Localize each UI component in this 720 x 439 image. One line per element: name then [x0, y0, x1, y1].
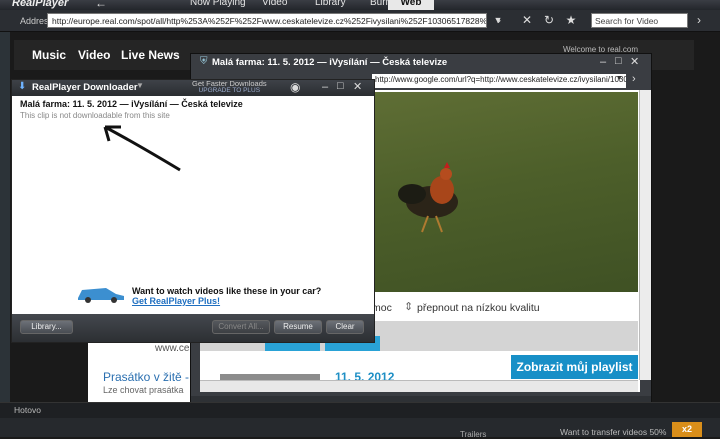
desktop-edge: [0, 32, 10, 402]
clip-title: Malá farma: 11. 5. 2012 — iVysílání — Če…: [20, 99, 243, 109]
video-window-title: Malá farma: 11. 5. 2012 — iVysílání — Če…: [212, 57, 448, 68]
tab-now-playing[interactable]: Now Playing: [190, 0, 246, 8]
get-faster-downloads-link[interactable]: Get Faster Downloads UPGRADE TO PLUS: [192, 80, 267, 94]
car-promo-question: Want to watch videos like these in your …: [132, 286, 322, 296]
tab-web[interactable]: Web: [388, 0, 434, 10]
upgrade-label: UPGRADE TO PLUS: [198, 87, 261, 94]
nav-video[interactable]: Video: [78, 48, 110, 62]
close-icon[interactable]: ✕: [630, 55, 639, 68]
show-playlist-button[interactable]: Zobrazit můj playlist: [511, 355, 638, 379]
download-icon: ⬇: [18, 81, 27, 92]
go-icon[interactable]: ›: [490, 12, 508, 29]
shield-icon: ⛨: [200, 56, 208, 67]
faster-label: Get Faster Downloads: [192, 79, 267, 88]
stop-icon[interactable]: ✕: [518, 12, 536, 29]
car-icon: [78, 288, 124, 303]
realplayer-logo: RealPlayer: [12, 0, 69, 9]
address-input[interactable]: http://europe.real.com/spot/all/http%253…: [47, 13, 487, 28]
switch-quality-link[interactable]: přepnout na nízkou kvalitu: [417, 302, 540, 314]
minimize-icon[interactable]: –: [600, 56, 606, 68]
vertical-scrollbar[interactable]: [639, 90, 651, 380]
horizontal-scrollbar[interactable]: [200, 380, 638, 392]
status-bar: [0, 402, 720, 418]
search-input[interactable]: Search for Video: [591, 13, 688, 28]
clear-button[interactable]: Clear: [326, 320, 364, 334]
downloader-title: RealPlayer Downloader: [32, 82, 138, 93]
favorite-star-icon[interactable]: ★: [562, 12, 580, 29]
chevron-down-icon[interactable]: ▼: [136, 81, 144, 90]
video-window-address-input[interactable]: http://www.google.com/url?q=http://www.c…: [372, 74, 626, 88]
downloader-close-icon[interactable]: ✕: [353, 80, 362, 93]
search-go-icon[interactable]: ›: [690, 12, 708, 29]
hand-drawn-arrow-icon: [103, 125, 181, 172]
video-address-dropdown-icon[interactable]: ▼: [616, 75, 623, 82]
background-snippet: Lze chovat prasátka: [103, 385, 184, 395]
resume-button[interactable]: Resume: [274, 320, 322, 334]
back-icon[interactable]: ←: [95, 0, 107, 10]
tab-library[interactable]: Library: [315, 0, 346, 8]
trailers-link[interactable]: Trailers: [460, 430, 486, 439]
refresh-icon[interactable]: ↻: [540, 12, 558, 29]
video-go-icon[interactable]: ›: [632, 73, 636, 85]
maximize-icon[interactable]: □: [615, 55, 622, 67]
nav-live-news[interactable]: Live News: [121, 48, 180, 62]
video-controls: moc ⇕ přepnout na nízkou kvalitu: [372, 296, 638, 318]
eye-icon[interactable]: ◉: [290, 80, 300, 94]
rooster-image: [398, 162, 458, 233]
speed-badge: x2: [672, 422, 702, 437]
quality-arrows-icon[interactable]: ⇕: [404, 300, 413, 313]
library-button[interactable]: Library...: [20, 320, 73, 334]
downloader-minimize-icon[interactable]: –: [322, 81, 328, 93]
nav-music[interactable]: Music: [32, 48, 66, 62]
downloader-maximize-icon[interactable]: □: [337, 80, 344, 92]
transfer-promo: Want to transfer videos 50%: [560, 427, 667, 437]
status-text: Hotovo: [14, 405, 41, 415]
get-realplayer-plus-link[interactable]: Get RealPlayer Plus!: [132, 296, 220, 306]
video-player[interactable]: [372, 92, 638, 292]
player-top-bar: [0, 0, 720, 10]
background-article-link[interactable]: Prasátko v žitě -: [103, 370, 189, 384]
convert-all-button[interactable]: Convert All...: [212, 320, 270, 334]
tab-video[interactable]: Video: [262, 0, 287, 8]
